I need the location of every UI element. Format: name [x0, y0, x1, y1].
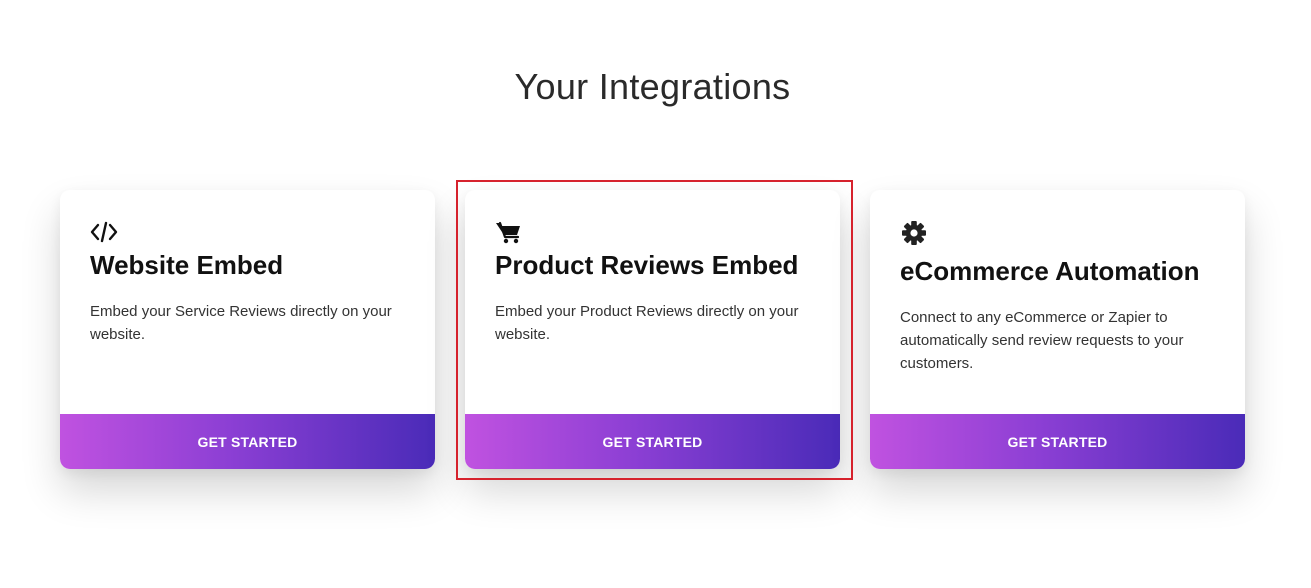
- integration-card-product-reviews-embed: Product Reviews Embed Embed your Product…: [465, 190, 840, 469]
- card-description: Embed your Product Reviews directly on y…: [495, 303, 799, 343]
- get-started-button-website-embed[interactable]: GET STARTED: [60, 414, 435, 469]
- card-title: eCommerce Automation: [900, 256, 1200, 286]
- gear-icon: [900, 220, 928, 246]
- code-icon: [90, 220, 118, 246]
- get-started-button-product-reviews-embed[interactable]: GET STARTED: [465, 414, 840, 469]
- card-title: Product Reviews Embed: [495, 250, 799, 280]
- shopping-cart-icon: [495, 220, 523, 246]
- integrations-page: Your Integrations Website Embed Embed yo…: [0, 0, 1311, 588]
- page-title: Your Integrations: [514, 66, 791, 107]
- card-description: Connect to any eCommerce or Zapier to au…: [900, 309, 1184, 372]
- card-title: Website Embed: [90, 250, 284, 280]
- integration-card-website-embed: Website Embed Embed your Service Reviews…: [60, 190, 435, 469]
- get-started-button-ecommerce-automation[interactable]: GET STARTED: [870, 414, 1245, 469]
- integration-card-ecommerce-automation: eCommerce Automation Connect to any eCom…: [870, 190, 1245, 469]
- card-description: Embed your Service Reviews directly on y…: [90, 303, 392, 343]
